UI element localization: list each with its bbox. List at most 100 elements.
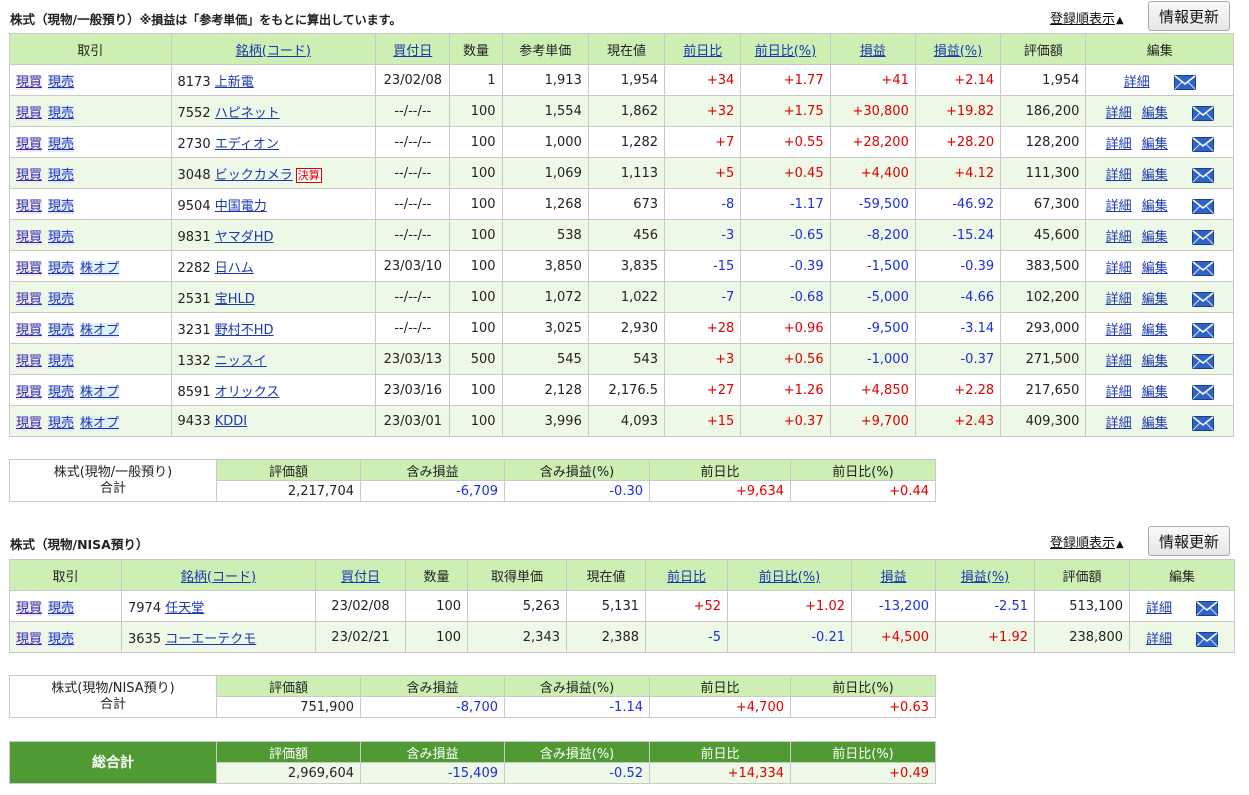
- sell-link[interactable]: 現売: [48, 198, 75, 214]
- stock-option-link[interactable]: 株オプ: [80, 384, 120, 400]
- sort-link[interactable]: 前日比(%): [755, 44, 817, 59]
- detail-link[interactable]: 詳細: [1106, 292, 1132, 307]
- mail-icon[interactable]: [1191, 384, 1214, 400]
- stock-name-link[interactable]: ハピネット: [215, 106, 280, 121]
- stock-name-link[interactable]: 宝HLD: [215, 292, 255, 307]
- edit-link[interactable]: 編集: [1142, 199, 1168, 214]
- stock-name-link[interactable]: エディオン: [215, 137, 279, 152]
- sort-link[interactable]: 損益(%): [961, 570, 1010, 585]
- edit-link[interactable]: 編集: [1142, 261, 1168, 276]
- detail-link[interactable]: 詳細: [1106, 137, 1132, 152]
- detail-link[interactable]: 詳細: [1124, 75, 1150, 90]
- sell-link[interactable]: 現売: [48, 105, 75, 121]
- mail-icon[interactable]: [1191, 105, 1214, 121]
- edit-link[interactable]: 編集: [1142, 230, 1168, 245]
- buy-link[interactable]: 現買: [16, 322, 43, 338]
- sell-link[interactable]: 現売: [48, 74, 75, 90]
- stock-name-link[interactable]: ニッスイ: [215, 354, 267, 369]
- sort-link[interactable]: 銘柄(コード): [181, 570, 256, 585]
- mail-icon[interactable]: [1191, 198, 1214, 214]
- edit-link[interactable]: 編集: [1142, 416, 1168, 431]
- mail-icon[interactable]: [1191, 136, 1214, 152]
- stock-name-link[interactable]: 上新電: [215, 75, 254, 90]
- buy-link[interactable]: 現買: [16, 167, 43, 183]
- edit-link[interactable]: 編集: [1142, 323, 1168, 338]
- detail-link[interactable]: 詳細: [1146, 632, 1172, 647]
- sort-link[interactable]: 損益(%): [934, 44, 983, 59]
- mail-icon[interactable]: [1191, 167, 1214, 183]
- buy-link[interactable]: 現買: [16, 260, 43, 276]
- mail-icon[interactable]: [1191, 353, 1214, 369]
- buy-link[interactable]: 現買: [16, 291, 43, 307]
- detail-link[interactable]: 詳細: [1146, 601, 1172, 616]
- stock-name-link[interactable]: KDDI: [215, 414, 247, 429]
- general-order-link[interactable]: 登録順表示▲: [1050, 8, 1124, 27]
- sell-link[interactable]: 現売: [48, 353, 75, 369]
- detail-link[interactable]: 詳細: [1106, 385, 1132, 400]
- sell-link[interactable]: 現売: [48, 600, 75, 616]
- stock-name-link[interactable]: オリックス: [215, 385, 280, 400]
- detail-link[interactable]: 詳細: [1106, 261, 1132, 276]
- detail-link[interactable]: 詳細: [1106, 323, 1132, 338]
- buy-link[interactable]: 現買: [16, 384, 43, 400]
- mail-icon[interactable]: [1191, 322, 1214, 338]
- stock-option-link[interactable]: 株オプ: [80, 260, 120, 276]
- edit-link[interactable]: 編集: [1142, 354, 1168, 369]
- detail-link[interactable]: 詳細: [1106, 230, 1132, 245]
- mail-icon[interactable]: [1191, 229, 1214, 245]
- detail-link[interactable]: 詳細: [1106, 168, 1132, 183]
- sort-link[interactable]: 前日比(%): [759, 570, 821, 585]
- mail-icon[interactable]: [1191, 260, 1214, 276]
- sell-link[interactable]: 現売: [48, 631, 75, 647]
- nisa-order-link[interactable]: 登録順表示▲: [1050, 532, 1124, 551]
- buy-link[interactable]: 現買: [16, 74, 43, 90]
- general-refresh-button[interactable]: 情報更新: [1148, 1, 1231, 31]
- sell-link[interactable]: 現売: [48, 167, 75, 183]
- mail-icon[interactable]: [1196, 631, 1218, 647]
- sort-link[interactable]: 銘柄(コード): [236, 44, 311, 59]
- stock-name-link[interactable]: 日ハム: [215, 261, 254, 276]
- edit-link[interactable]: 編集: [1142, 106, 1168, 121]
- buy-link[interactable]: 現買: [16, 353, 43, 369]
- stock-name-link[interactable]: 任天堂: [165, 601, 204, 616]
- buy-link[interactable]: 現買: [16, 631, 43, 647]
- sort-link[interactable]: 買付日: [393, 44, 432, 59]
- sell-link[interactable]: 現売: [48, 291, 75, 307]
- buy-link[interactable]: 現買: [16, 415, 43, 431]
- buy-link[interactable]: 現買: [16, 600, 43, 616]
- sort-link[interactable]: 前日比: [667, 570, 706, 585]
- edit-link[interactable]: 編集: [1142, 292, 1168, 307]
- edit-link[interactable]: 編集: [1142, 385, 1168, 400]
- earnings-badge[interactable]: 決算: [295, 167, 322, 183]
- detail-link[interactable]: 詳細: [1106, 416, 1132, 431]
- stock-option-link[interactable]: 株オプ: [80, 415, 120, 431]
- mail-icon[interactable]: [1191, 415, 1214, 431]
- sell-link[interactable]: 現売: [48, 260, 75, 276]
- sell-link[interactable]: 現売: [48, 322, 75, 338]
- stock-name-link[interactable]: コーエーテクモ: [165, 632, 256, 647]
- sort-link[interactable]: 損益: [880, 570, 906, 585]
- edit-link[interactable]: 編集: [1142, 137, 1168, 152]
- stock-option-link[interactable]: 株オプ: [80, 322, 120, 338]
- buy-link[interactable]: 現買: [16, 198, 43, 214]
- nisa-refresh-button[interactable]: 情報更新: [1148, 526, 1231, 556]
- sort-link[interactable]: 損益: [860, 44, 886, 59]
- buy-link[interactable]: 現買: [16, 229, 43, 245]
- sell-link[interactable]: 現売: [48, 384, 75, 400]
- stock-name-link[interactable]: 野村不HD: [215, 323, 274, 338]
- detail-link[interactable]: 詳細: [1106, 354, 1132, 369]
- mail-icon[interactable]: [1173, 74, 1196, 90]
- edit-link[interactable]: 編集: [1142, 168, 1168, 183]
- sell-link[interactable]: 現売: [48, 229, 75, 245]
- stock-name-link[interactable]: 中国電力: [215, 199, 267, 214]
- mail-icon[interactable]: [1191, 291, 1214, 307]
- buy-link[interactable]: 現買: [16, 136, 43, 152]
- stock-name-link[interactable]: ビックカメラ: [215, 168, 293, 183]
- stock-name-link[interactable]: ヤマダHD: [215, 230, 274, 245]
- mail-icon[interactable]: [1196, 600, 1218, 616]
- sell-link[interactable]: 現売: [48, 415, 75, 431]
- buy-link[interactable]: 現買: [16, 105, 43, 121]
- sort-link[interactable]: 前日比: [683, 44, 722, 59]
- sort-link[interactable]: 買付日: [341, 570, 380, 585]
- sell-link[interactable]: 現売: [48, 136, 75, 152]
